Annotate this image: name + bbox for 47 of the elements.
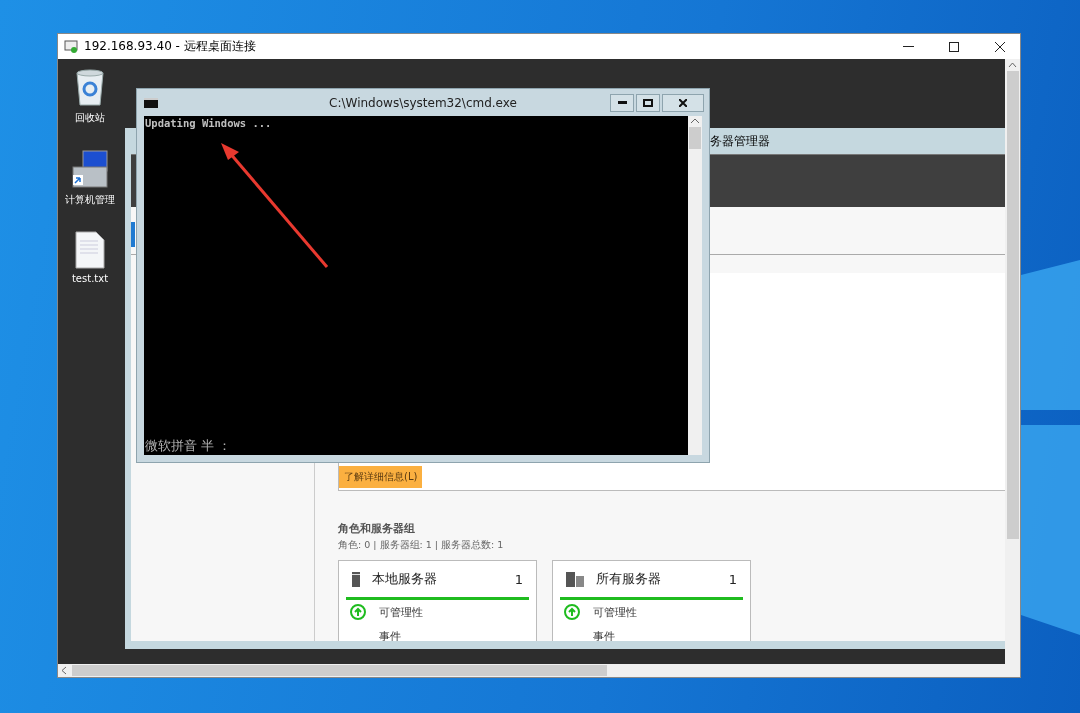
tile-row-label[interactable]: 事件 [379, 628, 401, 641]
ime-status: 微软拼音 半 ： [145, 437, 233, 455]
window-title: 192.168.93.40 - 远程桌面连接 [84, 38, 257, 55]
desktop-icon-label[interactable]: test.txt [71, 273, 109, 284]
server-manager-title: 务器管理器 [710, 132, 770, 150]
maximize-icon [949, 41, 959, 52]
vertical-scroll-thumb[interactable] [1006, 71, 1019, 539]
server-tile[interactable]: 所有服务器 1 可管理性 事件 [552, 560, 751, 641]
section-title: 角色和服务器组 [338, 521, 416, 536]
computer-toolbox-icon [69, 149, 111, 189]
console-output: Updating Windows ... [145, 117, 273, 129]
close-icon [679, 98, 687, 107]
tile-count: 1 [728, 571, 737, 587]
console-maximize-button[interactable] [636, 93, 660, 112]
section-summary: 角色: 0 | 服务器组: 1 | 服务器总数: 1 [338, 539, 505, 552]
text-file-icon [75, 231, 105, 269]
tile-title: 所有服务器 [596, 570, 662, 588]
console-title: C:\Windows\system32\cmd.exe [328, 95, 518, 110]
horizontal-scroll-thumb[interactable] [72, 665, 607, 676]
console-close-button[interactable] [662, 93, 704, 112]
tile-row-label[interactable]: 事件 [593, 628, 615, 641]
recycle-bin-icon [74, 67, 106, 107]
scroll-up-icon[interactable] [691, 118, 699, 123]
up-arrow-status-icon [350, 604, 366, 620]
remote-desktop-app-icon [64, 39, 78, 54]
nav-selection-indicator [131, 222, 135, 247]
horizontal-scrollbar[interactable] [58, 664, 1020, 677]
up-arrow-status-icon [564, 604, 580, 620]
desktop-icon-label[interactable]: 回收站 [75, 111, 105, 125]
console-app-icon [144, 97, 158, 108]
server-tile[interactable]: 本地服务器 1 可管理性 事件 [338, 560, 537, 641]
console-minimize-button[interactable] [610, 93, 634, 112]
minimize-icon [617, 101, 627, 104]
tile-title: 本地服务器 [372, 570, 438, 588]
console-scroll-thumb[interactable] [689, 127, 701, 149]
server-icon [352, 571, 360, 587]
vertical-scrollbar[interactable] [1005, 59, 1020, 664]
tile-count: 1 [514, 571, 523, 587]
learn-more-button[interactable]: 了解详细信息(L) [339, 466, 423, 488]
desktop-icon-label[interactable]: 计算机管理 [65, 193, 115, 207]
maximize-icon [643, 98, 653, 107]
servers-icon [566, 571, 584, 587]
console-scrollbar[interactable] [688, 116, 702, 455]
minimize-icon [902, 45, 914, 48]
close-icon [995, 41, 1005, 52]
tile-row-label[interactable]: 可管理性 [379, 604, 423, 620]
tile-row-label[interactable]: 可管理性 [593, 604, 637, 620]
